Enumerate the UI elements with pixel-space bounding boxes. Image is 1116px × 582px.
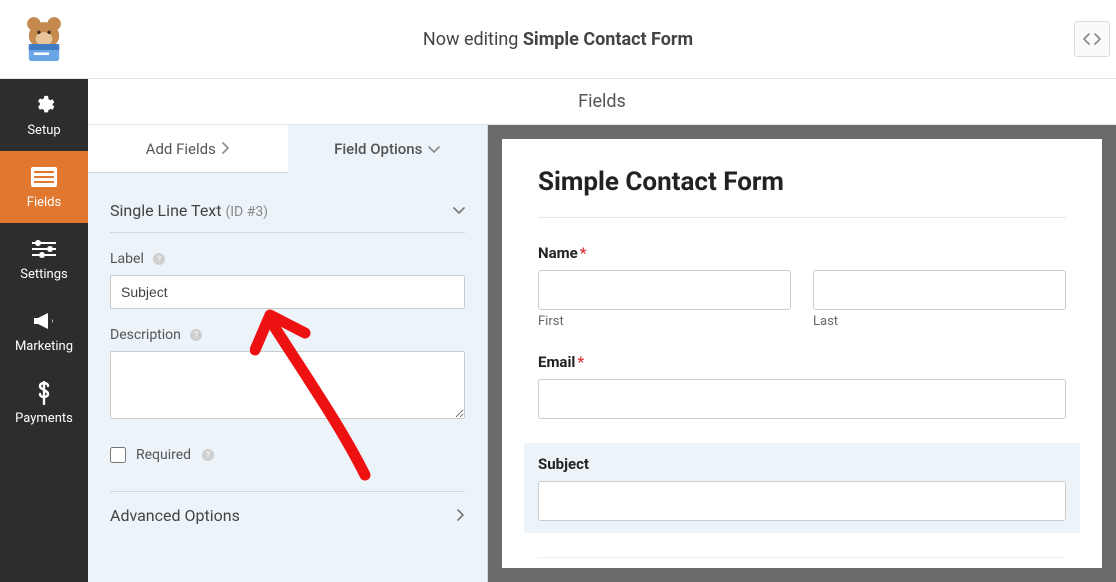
name-row: First Last	[538, 270, 1066, 329]
name-first-col: First	[538, 270, 791, 329]
preview-canvas[interactable]: Simple Contact Form Name* First Last	[502, 139, 1102, 568]
help-icon[interactable]: ?	[152, 252, 166, 266]
required-row: Required ?	[110, 447, 465, 463]
chevron-right-icon	[222, 140, 230, 158]
bullhorn-icon	[32, 309, 56, 333]
nav-item-settings[interactable]: Settings	[0, 223, 88, 295]
dollar-icon	[37, 381, 51, 405]
editing-form-name: Simple Contact Form	[523, 29, 693, 50]
first-sublabel: First	[538, 314, 791, 329]
field-type-label: Single Line Text	[110, 201, 221, 220]
advanced-options-row[interactable]: Advanced Options	[110, 491, 465, 539]
nav-label: Payments	[15, 411, 73, 426]
side-tabs: Add Fields Field Options	[88, 125, 487, 173]
svg-text:?: ?	[194, 331, 198, 341]
field-label: Email*	[538, 353, 1066, 371]
nav-item-payments[interactable]: Payments	[0, 367, 88, 439]
nav-label: Marketing	[15, 339, 73, 354]
nav-item-setup[interactable]: Setup	[0, 79, 88, 151]
required-asterisk: *	[580, 244, 587, 262]
tab-add-fields[interactable]: Add Fields	[88, 125, 288, 173]
field-label-text: Email	[538, 353, 575, 371]
separator	[538, 557, 1066, 558]
nav-item-marketing[interactable]: Marketing	[0, 295, 88, 367]
label-input[interactable]	[110, 275, 465, 309]
name-last-col: Last	[813, 270, 1066, 329]
required-checkbox[interactable]	[110, 447, 126, 463]
panel-title: Fields	[578, 91, 626, 112]
field-editor-panel: Add Fields Field Options Single Line Tex…	[88, 125, 488, 582]
bear-logo-icon	[17, 12, 71, 66]
last-name-input[interactable]	[813, 270, 1066, 310]
nav-item-fields[interactable]: Fields	[0, 151, 88, 223]
preview-field-subject[interactable]: Subject	[524, 443, 1080, 533]
preview-field-email[interactable]: Email*	[538, 353, 1066, 419]
field-type-title: Single Line Text (ID #3)	[110, 201, 268, 220]
advanced-options-label: Advanced Options	[110, 506, 240, 525]
description-textarea[interactable]	[110, 351, 465, 419]
first-name-input[interactable]	[538, 270, 791, 310]
tab-label: Field Options	[334, 140, 422, 158]
description-row: Description ?	[110, 327, 465, 423]
code-icon	[1083, 32, 1101, 46]
field-config: Single Line Text (ID #3) Label ?	[88, 173, 487, 582]
chevron-down-icon	[453, 203, 465, 219]
editing-prefix: Now editing	[423, 29, 523, 50]
tab-label: Add Fields	[146, 140, 216, 158]
description-heading-text: Description	[110, 327, 181, 343]
nav-label: Settings	[20, 267, 67, 282]
email-input[interactable]	[538, 379, 1066, 419]
chevron-down-icon	[428, 140, 440, 158]
preview-panel: Simple Contact Form Name* First Last	[488, 125, 1116, 582]
label-row: Label ?	[110, 251, 465, 309]
field-id-text: (ID #3)	[225, 204, 268, 220]
brand-logo[interactable]	[0, 0, 88, 79]
chevron-right-icon	[457, 506, 465, 525]
embed-button[interactable]	[1074, 21, 1110, 57]
svg-text:?: ?	[157, 255, 161, 265]
preview-field-name[interactable]: Name* First Last	[538, 244, 1066, 329]
required-asterisk: *	[577, 353, 584, 371]
field-label-text: Subject	[538, 455, 589, 473]
field-type-header[interactable]: Single Line Text (ID #3)	[110, 193, 465, 233]
nav-label: Fields	[27, 195, 61, 210]
svg-text:?: ?	[206, 451, 210, 461]
nav-label: Setup	[27, 123, 60, 138]
required-label: Required	[136, 447, 191, 463]
field-label: Name*	[538, 244, 1066, 262]
topbar-title: Now editing Simple Contact Form	[423, 29, 693, 50]
tab-field-options[interactable]: Field Options	[288, 125, 488, 173]
last-sublabel: Last	[813, 314, 1066, 329]
help-icon[interactable]: ?	[201, 448, 215, 462]
gear-icon	[33, 93, 55, 117]
field-label-text: Name	[538, 244, 578, 262]
topbar: Now editing Simple Contact Form	[0, 0, 1116, 79]
sliders-icon	[32, 237, 56, 261]
left-nav: Setup Fields Settings Marketing Payments	[0, 79, 88, 582]
columns: Add Fields Field Options Single Line Tex…	[88, 125, 1116, 582]
separator	[538, 217, 1066, 218]
form-icon	[31, 165, 57, 189]
label-heading: Label ?	[110, 251, 465, 267]
field-label: Subject	[538, 455, 1066, 473]
subject-input[interactable]	[538, 481, 1066, 521]
panel-header: Fields	[88, 79, 1116, 125]
workspace: Fields Add Fields Field Options	[88, 79, 1116, 582]
description-heading: Description ?	[110, 327, 465, 343]
preview-form-title: Simple Contact Form	[538, 167, 1066, 197]
label-heading-text: Label	[110, 251, 144, 267]
help-icon[interactable]: ?	[189, 328, 203, 342]
